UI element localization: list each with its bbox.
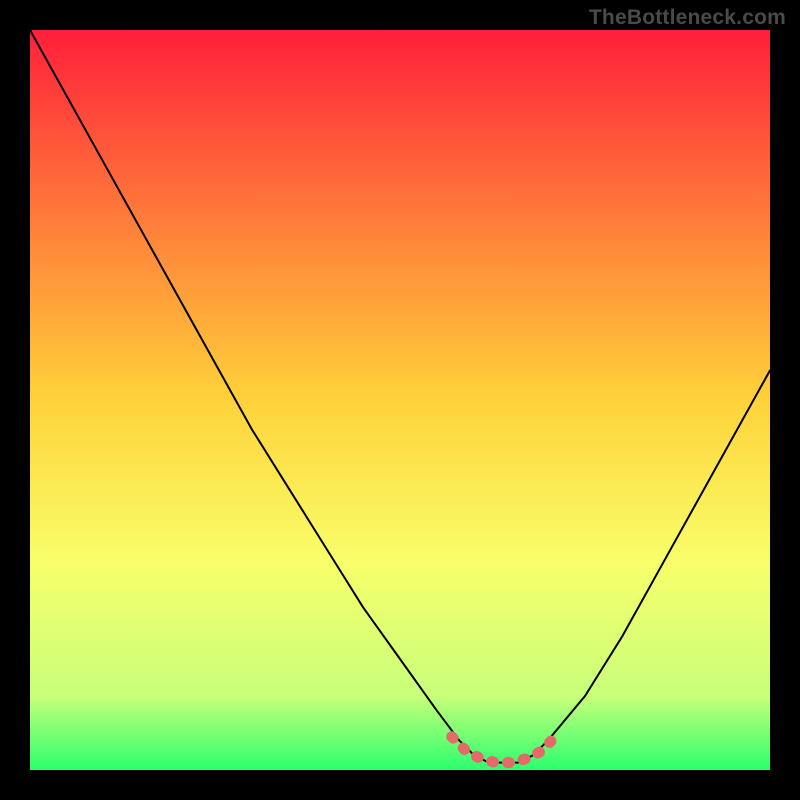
watermark-label: TheBottleneck.com [589, 6, 786, 30]
chart-frame: TheBottleneck.com [0, 0, 800, 800]
plot-area [30, 30, 770, 770]
chart-svg [30, 30, 770, 770]
